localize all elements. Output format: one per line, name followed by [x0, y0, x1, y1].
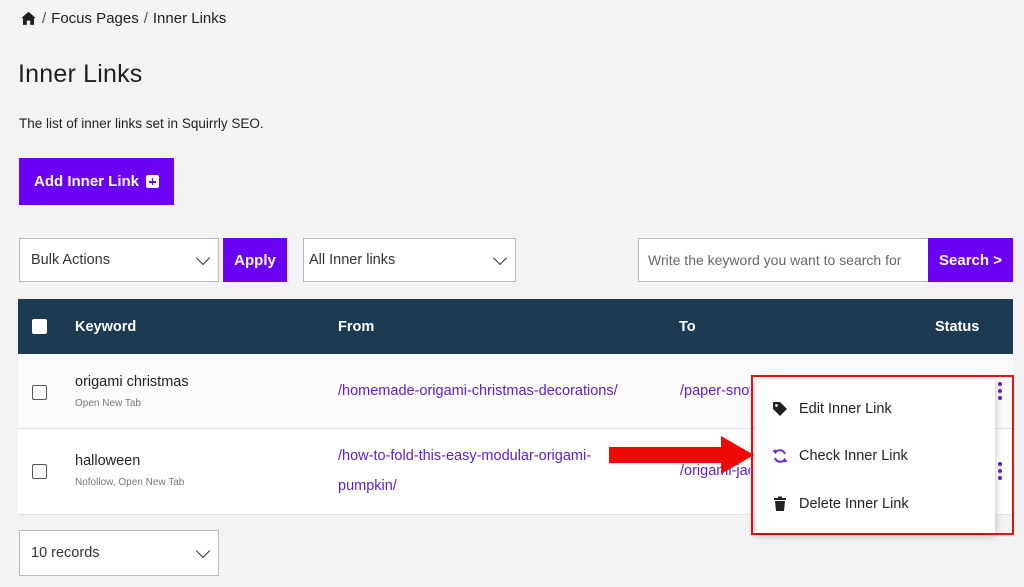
- keyword: halloween: [75, 453, 141, 469]
- home-icon[interactable]: [20, 10, 37, 27]
- select-all-checkbox[interactable]: [32, 319, 47, 334]
- row-checkbox[interactable]: [32, 385, 47, 400]
- search-button[interactable]: Search >: [928, 238, 1013, 282]
- page-description: The list of inner links set in Squirrly …: [19, 116, 264, 131]
- row-checkbox[interactable]: [32, 464, 47, 479]
- link-options: Open New Tab: [75, 398, 141, 409]
- keyword-cell: origami christmas Open New Tab: [75, 374, 189, 409]
- chevron-down-icon: [195, 250, 211, 266]
- keyword: origami christmas: [75, 374, 189, 390]
- apply-button[interactable]: Apply: [223, 238, 287, 282]
- breadcrumb: / Focus Pages / Inner Links: [20, 8, 226, 28]
- select-all-cell: [32, 299, 47, 354]
- header-to[interactable]: To: [679, 299, 696, 354]
- plus-square-icon: [146, 175, 159, 188]
- delete-inner-link-item[interactable]: Delete Inner Link: [755, 482, 995, 526]
- add-inner-link-button[interactable]: Add Inner Link: [19, 158, 174, 205]
- from-link-line[interactable]: /how-to-fold-this-easy-modular-origami-: [338, 441, 591, 471]
- table-header: Keyword From To Status: [18, 299, 1013, 354]
- keyword-cell: halloween Nofollow, Open New Tab: [75, 453, 184, 488]
- from-link[interactable]: /homemade-origami-christmas-decorations/: [338, 376, 618, 406]
- filter-value: All Inner links: [309, 252, 396, 268]
- from-link-line[interactable]: pumpkin/: [338, 471, 591, 501]
- bulk-actions-select[interactable]: Bulk Actions: [19, 238, 219, 282]
- page-title: Inner Links: [18, 60, 143, 88]
- add-inner-link-label: Add Inner Link: [34, 173, 139, 190]
- edit-inner-link-item[interactable]: Edit Inner Link: [755, 387, 995, 431]
- link-options: Nofollow, Open New Tab: [75, 477, 185, 488]
- header-status[interactable]: Status: [935, 299, 979, 354]
- to-link[interactable]: /paper-snowflakes/: [680, 376, 750, 406]
- breadcrumb-current: Inner Links: [152, 9, 227, 27]
- check-inner-link-label: Check Inner Link: [799, 448, 908, 464]
- inner-links-filter-select[interactable]: All Inner links: [303, 238, 516, 282]
- red-arrow-annotation: [609, 436, 754, 474]
- row-actions-highlight: Edit Inner Link Check Inner Link Delete …: [751, 375, 1014, 535]
- header-from[interactable]: From: [338, 299, 374, 354]
- bulk-actions-value: Bulk Actions: [31, 252, 110, 268]
- records-value: 10 records: [31, 545, 100, 561]
- header-keyword[interactable]: Keyword: [75, 299, 136, 354]
- from-link[interactable]: /how-to-fold-this-easy-modular-origami- …: [338, 441, 591, 501]
- refresh-icon: [772, 449, 788, 463]
- search-input[interactable]: [638, 238, 929, 282]
- breadcrumb-focus-pages[interactable]: Focus Pages: [51, 10, 139, 27]
- chevron-down-icon: [492, 250, 508, 266]
- breadcrumb-separator: /: [143, 9, 148, 27]
- delete-inner-link-label: Delete Inner Link: [799, 496, 909, 512]
- edit-inner-link-label: Edit Inner Link: [799, 401, 892, 417]
- chevron-down-icon: [195, 543, 211, 559]
- tag-icon: [773, 402, 787, 416]
- records-per-page-select[interactable]: 10 records: [19, 530, 219, 576]
- check-inner-link-item[interactable]: Check Inner Link: [755, 434, 995, 478]
- breadcrumb-separator: /: [42, 9, 47, 27]
- trash-icon: [774, 496, 786, 511]
- row-actions-menu: Edit Inner Link Check Inner Link Delete …: [755, 379, 995, 533]
